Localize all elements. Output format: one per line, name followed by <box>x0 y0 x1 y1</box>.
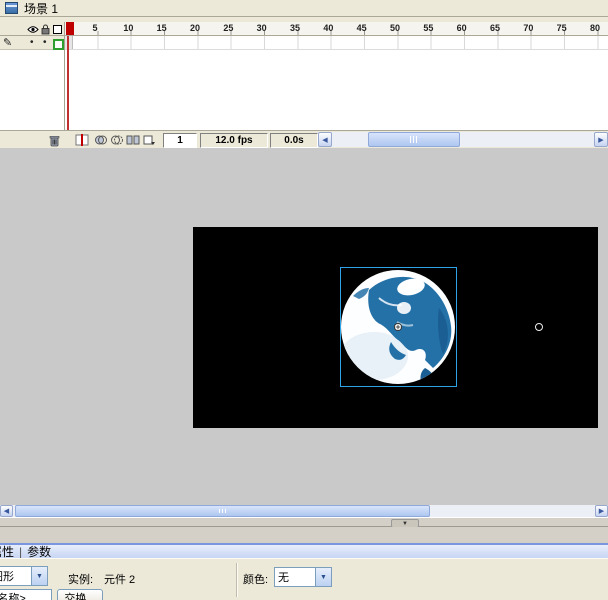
transformation-point-marker[interactable] <box>393 322 403 332</box>
stage-scroll-thumb[interactable] <box>15 505 430 517</box>
onion-skin-icon[interactable] <box>93 133 109 147</box>
ruler-ticks <box>65 31 608 35</box>
timeline-empty-area[interactable] <box>0 50 608 130</box>
frame-rate-indicator[interactable]: 12.0 fps <box>200 133 268 148</box>
panel-splitter[interactable]: ▼ <box>0 517 608 528</box>
timeline-scroll-track[interactable] <box>332 132 594 147</box>
symbol-type-dropdown-arrow-icon[interactable]: ▼ <box>31 567 47 585</box>
tab-properties[interactable]: 属性 <box>0 545 17 558</box>
scene-icon <box>5 2 18 14</box>
layer-lock-toggle[interactable]: • <box>43 37 47 48</box>
panel-section-divider <box>236 563 237 597</box>
scene-breadcrumb[interactable]: 场景 1 <box>24 0 58 17</box>
panel-tab-strip: 属性 | 参数 <box>0 545 54 558</box>
stage-scroll-track[interactable] <box>13 505 595 517</box>
stage-scroll-right-arrow[interactable]: ▶ <box>595 505 608 517</box>
color-label: 颜色: <box>243 574 269 586</box>
layer-frames-strip[interactable] <box>65 36 608 50</box>
stage-scroll-left-arrow[interactable]: ◀ <box>0 505 13 517</box>
color-effect-value: 无 <box>278 572 289 584</box>
scene-bar: 场景 1 <box>0 0 608 17</box>
playhead-line[interactable] <box>67 36 69 130</box>
timeline-horizontal-scrollbar[interactable]: ◀ ▶ <box>318 132 608 147</box>
instance-label: 实例: <box>68 574 94 586</box>
layer-outline-color-swatch[interactable] <box>53 39 64 50</box>
layer-row-controls[interactable]: ✎ • • <box>0 36 64 50</box>
stage-horizontal-scrollbar[interactable]: ◀ ▶ <box>0 505 608 517</box>
elapsed-time-indicator: 0.0s <box>270 133 318 148</box>
swap-button[interactable]: 交换... <box>57 589 103 600</box>
modify-onion-markers-icon[interactable] <box>141 133 157 147</box>
timeline-status-bar: 1 12.0 fps 0.0s ◀ ▶ <box>0 130 608 148</box>
instance-name-input[interactable] <box>0 589 52 600</box>
registration-point-marker <box>535 323 543 331</box>
tab-parameters[interactable]: 参数 <box>24 545 54 558</box>
dock-gap <box>0 527 608 543</box>
timeline-scroll-left-arrow[interactable]: ◀ <box>318 132 332 147</box>
instance-value: 元件 2 <box>104 574 136 586</box>
center-frame-icon[interactable] <box>74 133 90 147</box>
timeline-ruler[interactable]: 5 10 15 20 25 30 35 40 45 50 55 60 65 70 75 80 <box>65 22 608 36</box>
color-effect-dropdown[interactable]: 无 ▼ <box>274 567 332 587</box>
layer-visibility-toggle[interactable]: • <box>30 37 34 48</box>
onion-skin-outlines-icon[interactable] <box>109 133 125 147</box>
symbol-type-dropdown[interactable]: 图形 ▼ <box>0 566 48 586</box>
timeline-layer-header <box>0 22 64 36</box>
current-frame-counter: 1 <box>163 133 197 148</box>
timeline-scroll-right-arrow[interactable]: ▶ <box>594 132 608 147</box>
flash-application-window: 场景 1 5 10 15 20 25 30 35 40 45 50 55 60 65 70 75 80 ✎ •… <box>0 0 608 600</box>
timeline-column-divider <box>64 22 65 130</box>
properties-panel-body: 图形 ▼ 实例: 元件 2 颜色: 无 ▼ 交换... <box>0 558 608 600</box>
layer-edit-pencil-icon: ✎ <box>3 37 13 49</box>
symbol-type-value: 图形 <box>0 571 14 583</box>
edit-multiple-frames-icon[interactable] <box>125 133 141 147</box>
delete-layer-trash-icon[interactable] <box>46 133 62 147</box>
show-all-layers-as-outlines-icon[interactable] <box>53 25 62 34</box>
timeline-scroll-thumb[interactable] <box>368 132 460 147</box>
properties-panel-header: 属性 | 参数 <box>0 543 608 558</box>
tab-separator: | <box>19 544 23 558</box>
color-effect-dropdown-arrow-icon[interactable]: ▼ <box>315 568 331 586</box>
